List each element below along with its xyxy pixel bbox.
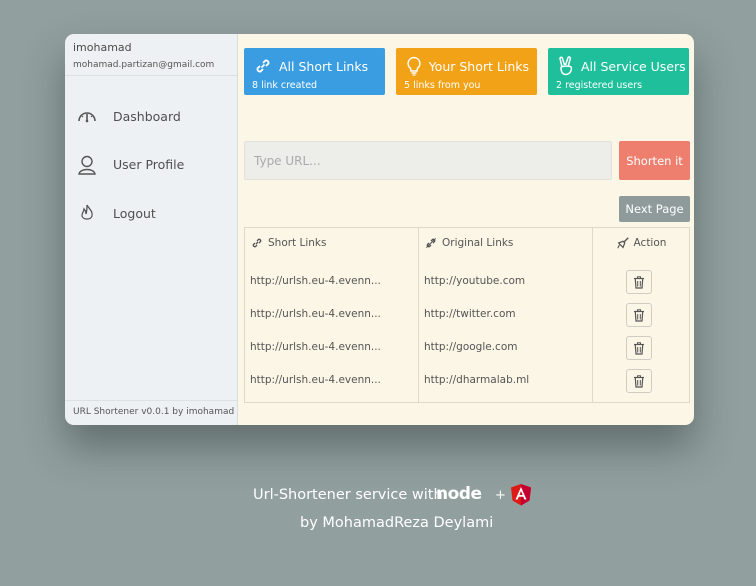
card-title: All Service Users [581,58,686,74]
original-links-column: Original Links http://youtube.com http:/… [419,228,593,402]
column-header-short-links: Short Links [245,228,418,258]
trash-icon [634,374,644,388]
action-column: Action [593,228,689,402]
main-content: All Short Links 8 link created Your Shor… [238,34,694,425]
trash-icon [634,341,644,355]
delete-button[interactable] [626,270,652,294]
short-link-cell[interactable]: http://urlsh.eu-4.evenn... [250,374,381,386]
sidebar-item-label: User Profile [113,157,185,172]
short-link-cell[interactable]: http://urlsh.eu-4.evenn... [250,308,381,320]
delete-button[interactable] [626,303,652,327]
column-header-label: Short Links [268,237,327,249]
short-links-column: Short Links http://urlsh.eu-4.evenn... h… [245,228,419,402]
nodejs-logo: node [436,484,482,504]
card-subtitle: 2 registered users [556,80,643,91]
link-icon [253,56,273,76]
sidebar-item-logout[interactable]: Logout [65,201,237,225]
column-header-action: Action [593,228,689,258]
caption-line-1: Url-Shortener service with [253,487,443,503]
app-footer: URL Shortener v0.0.1 by imohamad [65,400,237,425]
flame-icon [76,202,98,224]
user-email: mohamad.partizan@gmail.com [73,60,215,70]
lightbulb-icon [405,56,423,76]
all-short-links-card[interactable]: All Short Links 8 link created [244,48,385,95]
angular-logo [511,484,531,506]
original-link-cell: http://youtube.com [424,275,526,287]
link-icon [250,236,264,250]
username: imohamad [73,41,132,54]
caption-line-2: by MohamadReza Deylami [300,515,494,531]
trash-icon [634,308,644,322]
peace-hand-icon [557,56,575,76]
column-header-label: Original Links [442,237,514,249]
unlink-icon [424,236,438,250]
plus-sign: + [495,488,506,503]
gauge-icon [76,105,98,127]
broom-icon [616,236,630,250]
shorten-button[interactable]: Shorten it [619,141,690,180]
card-subtitle: 5 links from you [404,80,481,91]
card-subtitle: 8 link created [252,80,318,91]
original-link-cell: http://twitter.com [424,308,516,320]
all-service-users-card[interactable]: All Service Users 2 registered users [548,48,689,95]
app-window: imohamad mohamad.partizan@gmail.com Dash… [65,34,694,425]
your-short-links-card[interactable]: Your Short Links 5 links from you [396,48,537,95]
sidebar-item-user-profile[interactable]: User Profile [65,153,237,177]
column-header-label: Action [633,237,667,249]
links-table: Short Links http://urlsh.eu-4.evenn... h… [244,227,690,403]
trash-icon [634,275,644,289]
delete-button[interactable] [626,336,652,360]
user-info: imohamad mohamad.partizan@gmail.com [65,34,237,76]
user-icon [76,154,98,176]
delete-button[interactable] [626,369,652,393]
short-link-cell[interactable]: http://urlsh.eu-4.evenn... [250,275,381,287]
short-link-cell[interactable]: http://urlsh.eu-4.evenn... [250,341,381,353]
sidebar-item-dashboard[interactable]: Dashboard [65,104,237,128]
next-page-button[interactable]: Next Page [619,196,690,222]
card-title: All Short Links [279,58,369,74]
sidebar: imohamad mohamad.partizan@gmail.com Dash… [65,34,238,425]
sidebar-item-label: Dashboard [113,108,181,124]
sidebar-nav: Dashboard User Profile Logout [65,104,237,250]
original-link-cell: http://dharmalab.ml [424,374,530,386]
original-link-cell: http://google.com [424,341,518,353]
column-header-original-links: Original Links [419,228,592,258]
card-title: Your Short Links [428,58,529,74]
url-input[interactable] [244,141,612,180]
sidebar-item-label: Logout [113,205,156,221]
